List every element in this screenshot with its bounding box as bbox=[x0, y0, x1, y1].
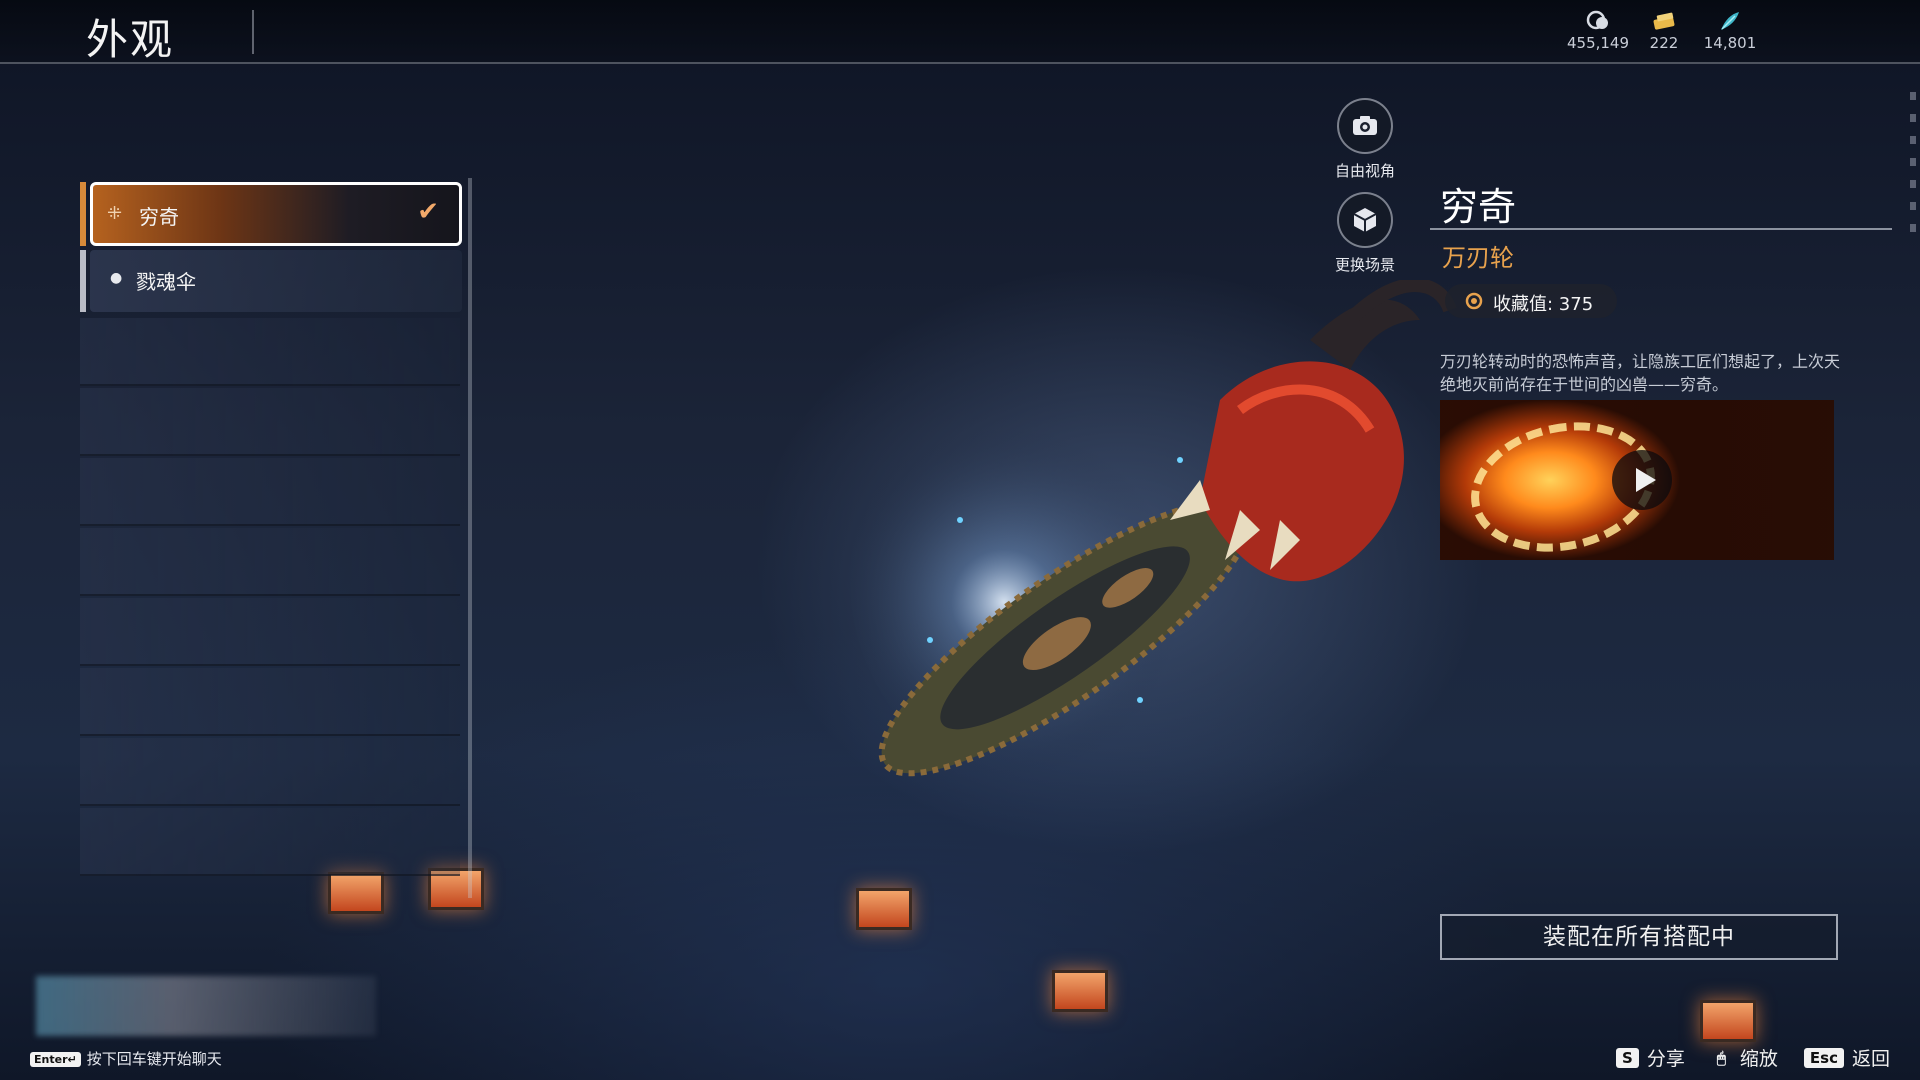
currency-feathers: 14,801 bbox=[1690, 10, 1770, 52]
checkmark-icon: ✔ bbox=[417, 197, 439, 227]
video-preview[interactable] bbox=[1440, 400, 1834, 560]
obscured-chat-area bbox=[36, 976, 376, 1036]
lantern-decoration bbox=[1052, 970, 1108, 1012]
item-name: 穷奇 bbox=[1440, 185, 1517, 229]
play-button-icon[interactable] bbox=[1612, 450, 1672, 510]
item-type: 万刃轮 bbox=[1442, 244, 1514, 272]
selection-accent bbox=[80, 182, 86, 246]
change-scene-icon-circle bbox=[1337, 192, 1393, 248]
equip-all-label: 装配在所有搭配中 bbox=[1543, 924, 1735, 950]
top-divider-line bbox=[0, 62, 1920, 64]
zoom-label: 缩放 bbox=[1739, 1048, 1778, 1070]
free-view-button[interactable]: 自由视角 bbox=[1320, 98, 1410, 181]
back-button[interactable]: Esc 返回 bbox=[1803, 1044, 1890, 1071]
mouse-icon: 🖱 bbox=[1716, 1048, 1726, 1067]
bottom-hints: S 分享 🖱 缩放 Esc 返回 bbox=[1616, 1044, 1890, 1071]
droplet-icon: ● bbox=[110, 270, 123, 286]
share-label: 分享 bbox=[1646, 1048, 1685, 1070]
change-scene-button[interactable]: 更换场景 bbox=[1320, 192, 1410, 275]
list-scrollbar[interactable] bbox=[468, 178, 472, 898]
back-label: 返回 bbox=[1851, 1048, 1890, 1070]
share-key: S bbox=[1616, 1047, 1639, 1068]
equip-all-button[interactable]: 装配在所有搭配中 bbox=[1440, 914, 1838, 960]
cross-pattern-icon: ⁜ bbox=[107, 203, 123, 224]
feather-icon bbox=[1721, 12, 1739, 30]
free-view-label: 自由视角 bbox=[1334, 162, 1395, 180]
appearance-list: ⁜ 穷奇 ✔ ● 戮魂伞 bbox=[80, 178, 472, 958]
chat-hint-text: 按下回车键开始聊天 bbox=[86, 1050, 222, 1068]
list-item-label: 戮魂伞 bbox=[136, 270, 196, 294]
cube-icon bbox=[1353, 208, 1377, 232]
item-name-underline bbox=[1430, 228, 1892, 230]
collection-value-text: 收藏值: 375 bbox=[1493, 294, 1594, 315]
camera-icon bbox=[1353, 116, 1377, 135]
weapon-model-illustration bbox=[850, 280, 1457, 800]
page-title: 外观 bbox=[86, 15, 175, 64]
change-scene-label: 更换场景 bbox=[1334, 256, 1395, 274]
ticket-icon bbox=[1653, 12, 1675, 30]
lantern-decoration bbox=[856, 888, 912, 930]
collection-icon bbox=[1465, 292, 1483, 310]
zoom-button[interactable]: 🖱 缩放 bbox=[1711, 1044, 1778, 1071]
share-button[interactable]: S 分享 bbox=[1616, 1044, 1685, 1071]
edge-scroll-indicator bbox=[1910, 92, 1916, 262]
item-accent bbox=[80, 250, 86, 312]
free-view-icon-circle bbox=[1337, 98, 1393, 154]
title-divider bbox=[252, 10, 254, 54]
currency-feathers-value: 14,801 bbox=[1703, 34, 1757, 52]
chat-hint: Enter↵ 按下回车键开始聊天 bbox=[30, 1048, 222, 1069]
coin-stack-icon bbox=[1586, 10, 1608, 30]
enter-key-icon: Enter↵ bbox=[30, 1052, 81, 1067]
collection-value-badge: 收藏值: 375 bbox=[1445, 284, 1617, 318]
list-item-label: 穷奇 bbox=[139, 205, 179, 229]
list-item-qiongqi[interactable]: ⁜ 穷奇 ✔ bbox=[80, 182, 462, 246]
esc-key: Esc bbox=[1803, 1047, 1844, 1068]
item-description: 万刃轮转动时的恐怖声音，让隐族工匠们想起了，上次天绝地灭前尚存在于世间的凶兽——… bbox=[1440, 352, 1841, 394]
lantern-decoration bbox=[1700, 1000, 1756, 1042]
list-item-luhunsan[interactable]: ● 戮魂伞 bbox=[80, 250, 462, 312]
